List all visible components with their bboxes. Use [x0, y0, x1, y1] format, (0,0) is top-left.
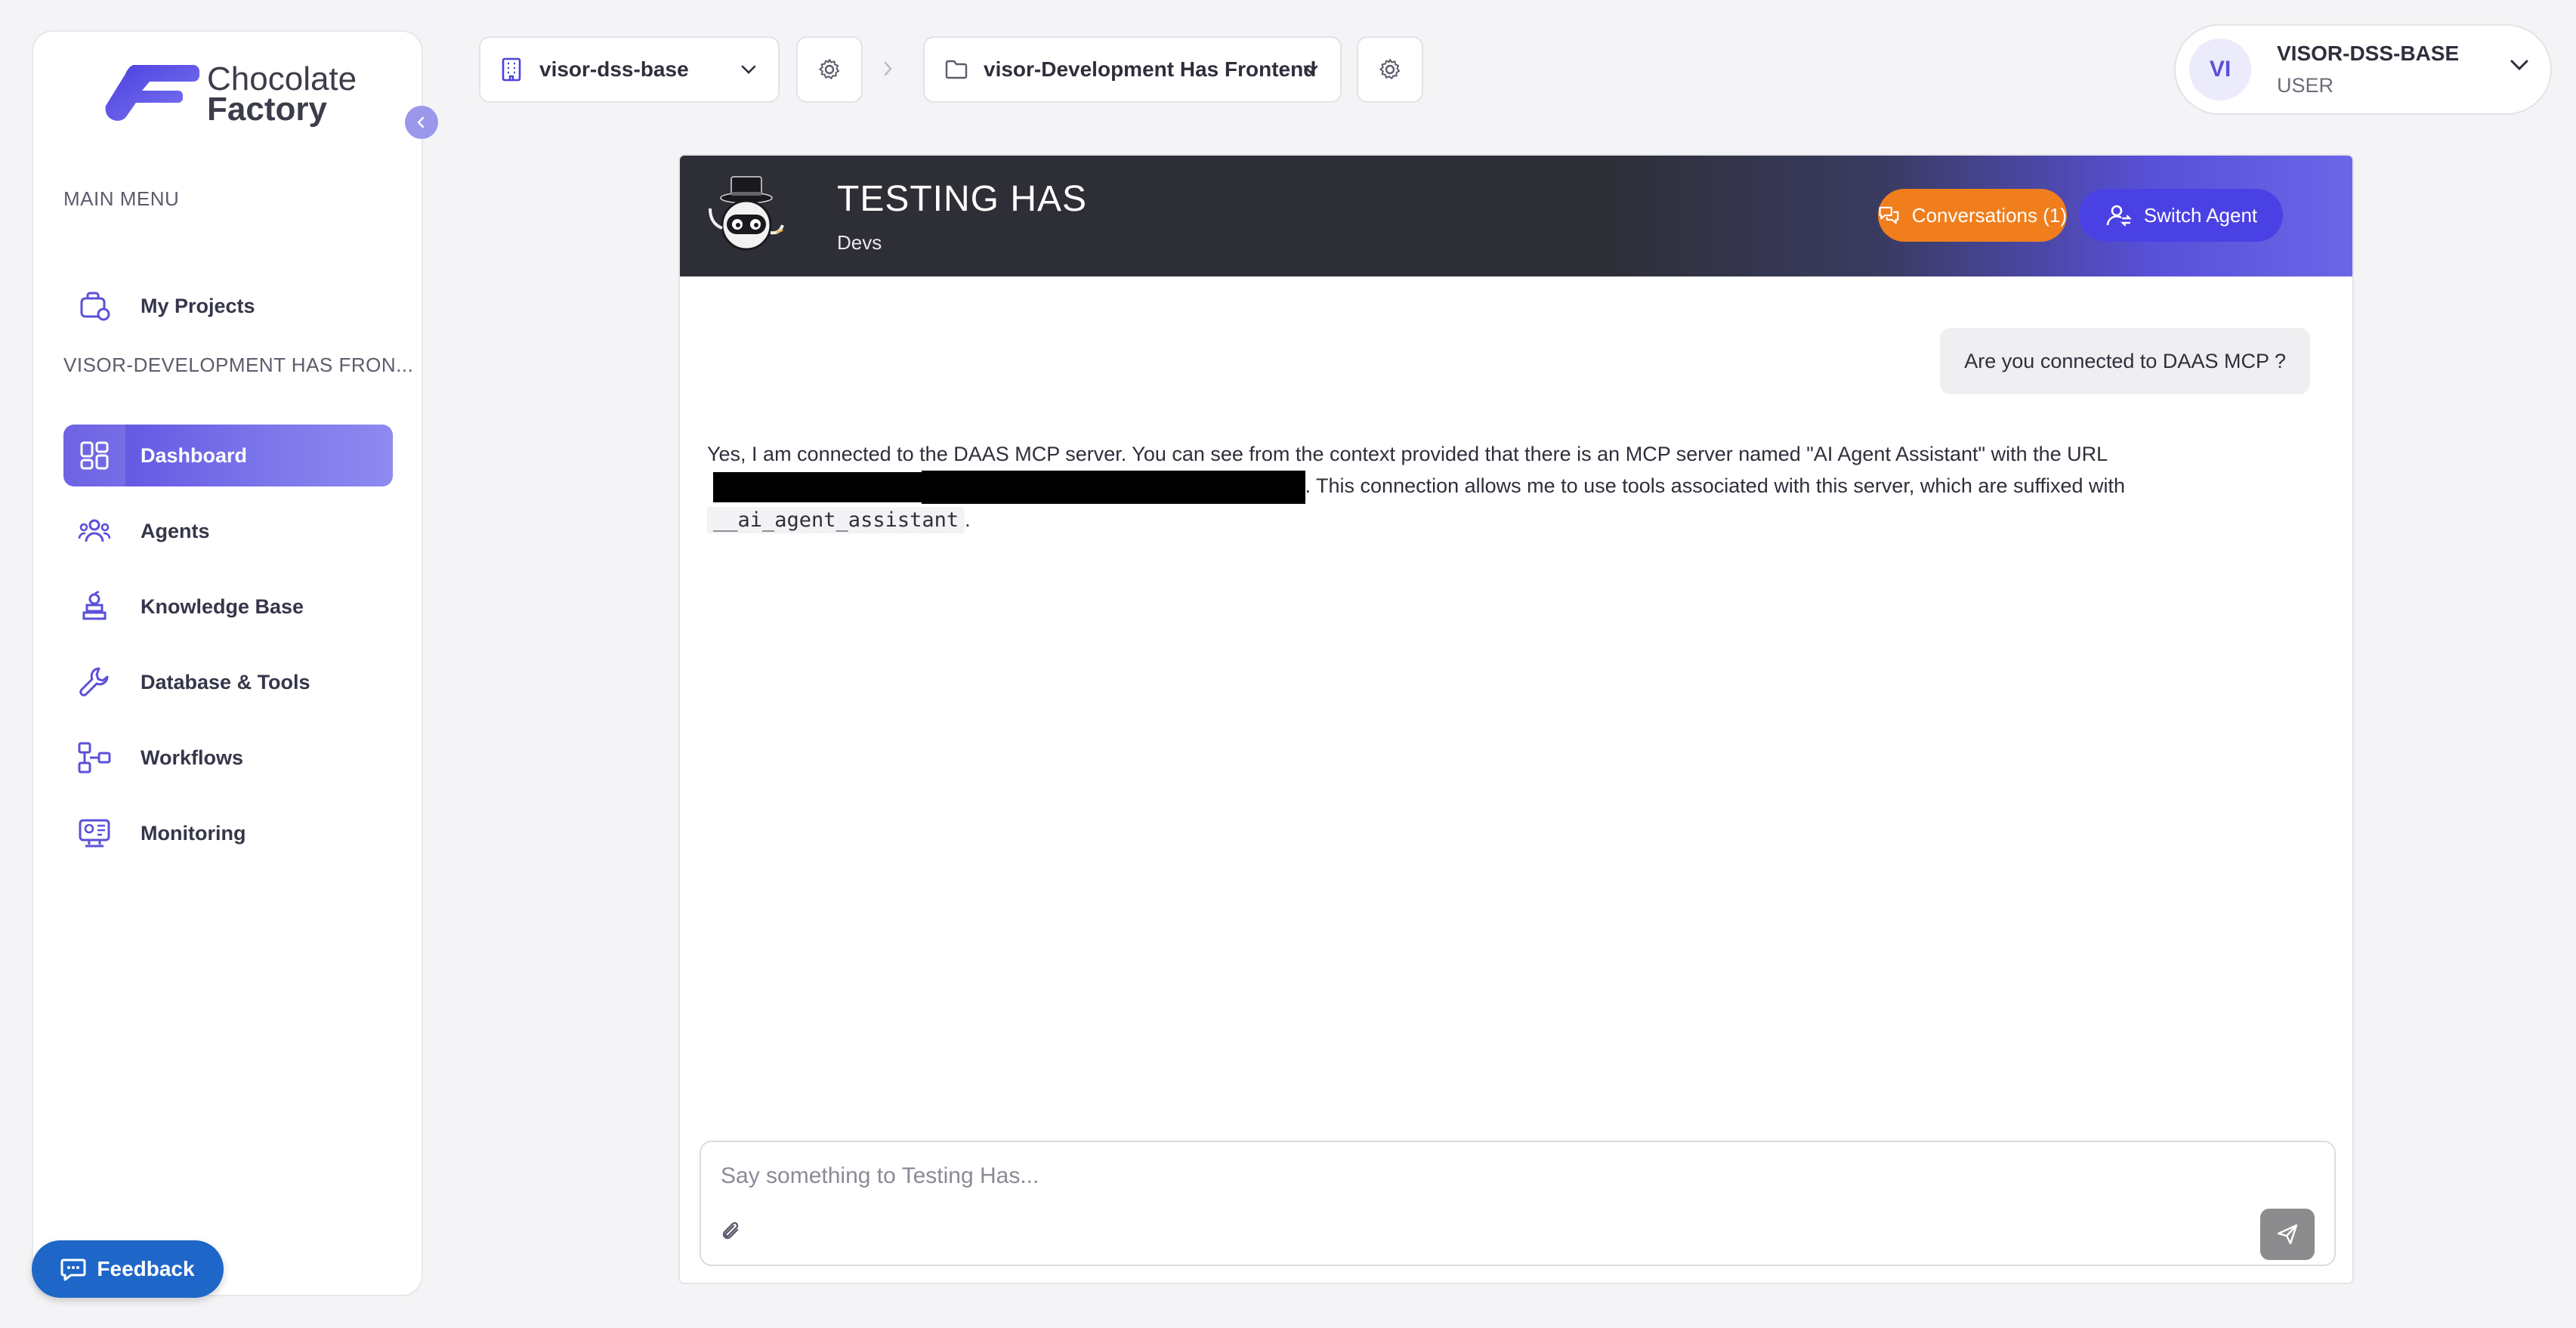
agent-name: TESTING HAS	[837, 179, 1088, 219]
sidebar-item-database-tools[interactable]: Database & Tools	[63, 651, 393, 713]
sidebar-item-dashboard[interactable]: Dashboard	[63, 425, 393, 486]
chevron-down-icon	[2510, 60, 2528, 71]
building-icon	[502, 57, 521, 82]
sidebar-item-knowledge-base[interactable]: Knowledge Base	[63, 576, 393, 638]
paperclip-icon[interactable]	[721, 1221, 743, 1243]
send-button[interactable]	[2260, 1209, 2315, 1260]
redacted-url	[713, 471, 922, 502]
message-input[interactable]	[721, 1157, 2156, 1195]
chat-header: TESTING HAS Devs Conversations (1) Switc…	[680, 156, 2352, 276]
sidebar-item-monitoring[interactable]: Monitoring	[63, 802, 393, 864]
user-message-bubble: Are you connected to DAAS MCP ?	[1940, 328, 2310, 394]
logo-mark-icon	[105, 65, 199, 121]
conversations-button[interactable]: Conversations (1)	[1878, 189, 2067, 242]
sidebar-item-label: Workflows	[141, 746, 244, 769]
tool-suffix-code: __ai_agent_assistant	[707, 506, 965, 533]
chevron-right-icon	[884, 61, 892, 76]
monitoring-icon	[79, 819, 110, 848]
dashboard-icon	[80, 441, 109, 470]
bot-message-text: . This connection allows me to use tools…	[1305, 474, 2126, 497]
brand-logo[interactable]: Chocolate Factory	[103, 60, 357, 128]
feedback-icon	[60, 1259, 86, 1281]
avatar: VI	[2189, 39, 2251, 100]
user-menu[interactable]: VI VISOR-DSS-BASE USER	[2174, 24, 2552, 115]
message-composer	[700, 1141, 2336, 1266]
switch-agent-button[interactable]: Switch Agent	[2079, 189, 2283, 242]
switch-agent-label: Switch Agent	[2143, 203, 2258, 227]
sidebar-item-label: Dashboard	[141, 443, 248, 467]
sidebar-item-agents[interactable]: Agents	[63, 500, 393, 562]
main-menu-title: MAIN MENU	[63, 187, 180, 210]
sidebar: Chocolate Factory MAIN MENU My Projects …	[32, 30, 438, 1296]
agents-icon	[78, 519, 111, 542]
sidebar-item-label: My Projects	[141, 294, 255, 317]
organization-selector[interactable]: visor-dss-base	[479, 36, 780, 103]
bot-message: Yes, I am connected to the DAAS MCP serv…	[707, 438, 2324, 536]
project-selector[interactable]: visor-Development Has Frontend	[923, 36, 1342, 103]
chevron-down-icon	[741, 65, 756, 74]
feedback-label: Feedback	[97, 1257, 195, 1280]
robot-mascot-icon	[709, 176, 784, 251]
knowledge-base-icon	[82, 591, 107, 620]
sidebar-item-my-projects[interactable]: My Projects	[63, 275, 393, 337]
project-name: visor-Development Has Frontend	[984, 57, 1317, 81]
gear-icon	[1379, 59, 1401, 79]
gear-icon	[819, 59, 840, 79]
projects-icon	[80, 292, 110, 321]
organization-name: visor-dss-base	[539, 57, 689, 81]
bot-message-text: Yes, I am connected to the DAAS MCP serv…	[707, 443, 2108, 465]
brand-name-line2: Factory	[207, 91, 327, 128]
user-name: VISOR-DSS-BASE	[2277, 42, 2460, 65]
feedback-button[interactable]: Feedback	[32, 1240, 224, 1298]
sidebar-item-label: Monitoring	[141, 821, 246, 845]
workflows-icon	[78, 742, 111, 774]
project-section-title: VISOR-DEVELOPMENT HAS FRON...	[63, 354, 414, 376]
brand-name-line1: Chocolate	[207, 60, 357, 97]
sidebar-item-label: Agents	[141, 519, 210, 542]
folder-icon	[945, 60, 968, 79]
user-role: USER	[2277, 74, 2334, 97]
switch-user-icon	[2106, 205, 2132, 227]
chat-panel: TESTING HAS Devs Conversations (1) Switc…	[678, 154, 2354, 1284]
chevron-down-icon	[1303, 65, 1318, 74]
organization-settings-button[interactable]	[796, 36, 863, 103]
chevron-left-icon	[417, 116, 425, 128]
collapse-sidebar-button[interactable]	[405, 106, 438, 139]
bot-message-text: .	[965, 508, 971, 531]
project-settings-button[interactable]	[1357, 36, 1423, 103]
conversations-label: Conversations (1)	[1911, 203, 2067, 227]
send-icon	[2277, 1224, 2298, 1245]
redacted-url-continued	[921, 470, 1305, 504]
conversations-icon	[1879, 206, 1899, 224]
wrench-icon	[79, 667, 109, 696]
sidebar-item-workflows[interactable]: Workflows	[63, 727, 393, 789]
agent-team: Devs	[837, 231, 882, 254]
sidebar-item-label: Knowledge Base	[141, 595, 304, 618]
sidebar-item-label: Database & Tools	[141, 670, 310, 693]
